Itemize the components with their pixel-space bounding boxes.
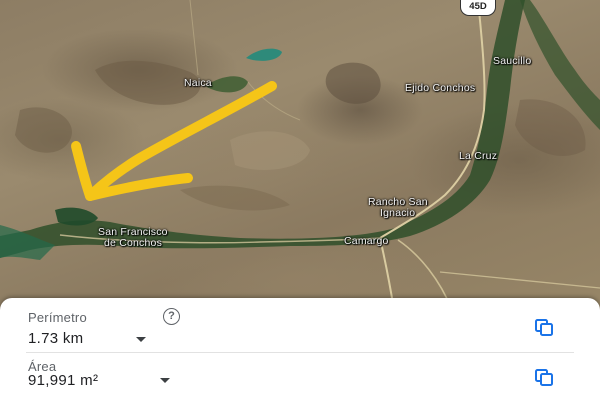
perimeter-unit-dropdown-caret[interactable] — [136, 337, 146, 342]
copy-area-icon[interactable] — [534, 368, 556, 388]
map-terrain — [0, 0, 600, 310]
satellite-map[interactable]: 45D Naica Saucillo Ejido Conchos La Cruz… — [0, 0, 600, 310]
area-unit-dropdown-caret[interactable] — [160, 378, 170, 383]
copy-perimeter-icon[interactable] — [534, 318, 556, 338]
area-value[interactable]: 91,991 m² — [28, 372, 98, 389]
panel-divider — [26, 352, 574, 353]
highway-shield: 45D — [460, 0, 496, 16]
perimeter-value[interactable]: 1.73 km — [28, 330, 83, 347]
place-label-la-cruz: La Cruz — [459, 150, 498, 162]
help-icon[interactable]: ? — [163, 308, 180, 325]
measure-distance-panel: Perímetro ? 1.73 km Área 91,991 m² — [0, 298, 600, 400]
place-label-camargo: Camargo — [344, 235, 389, 247]
place-label-saucillo: Saucillo — [493, 55, 532, 67]
place-label-rancho-san-ignacio-line2: Ignacio — [380, 207, 416, 219]
place-label-naica: Naica — [184, 77, 212, 89]
perimeter-label: Perímetro — [28, 310, 87, 325]
place-label-san-francisco-line2: de Conchos — [104, 237, 163, 249]
place-label-ejido-conchos: Ejido Conchos — [405, 82, 476, 94]
